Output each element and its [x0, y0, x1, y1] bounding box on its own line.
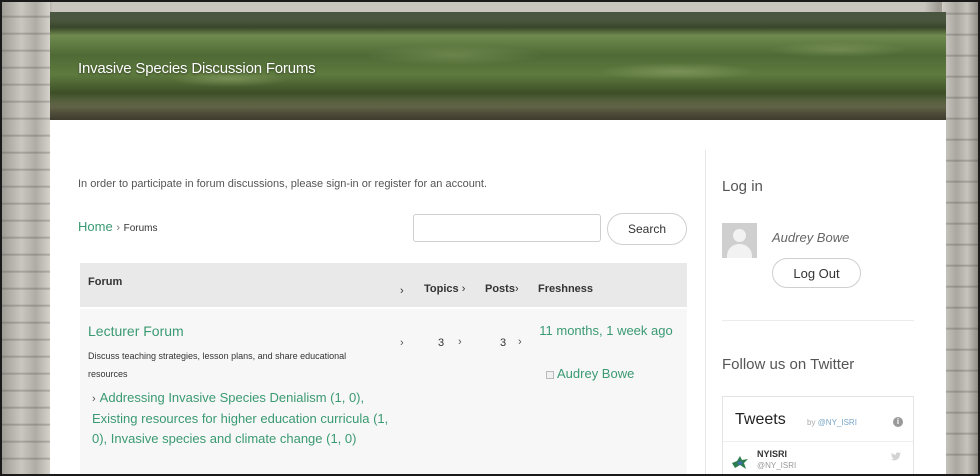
tweet-account-name[interactable]: NYISRI	[757, 449, 787, 459]
user-name-link[interactable]: Audrey Bowe	[772, 230, 849, 245]
tweet-divider	[723, 441, 913, 442]
twitter-bird-icon[interactable]	[891, 452, 901, 461]
twitter-timeline-widget: Tweets by @NY_ISRI i NYISRI @NY_ISRI	[722, 396, 914, 474]
login-heading: Log in	[722, 178, 763, 195]
tweets-handle-link[interactable]: @NY_ISRI	[818, 418, 857, 427]
tweets-title[interactable]: Tweets	[735, 411, 786, 429]
logout-button[interactable]: Log Out	[772, 258, 861, 288]
page-frame: Invasive Species Discussion Forums In or…	[0, 0, 980, 476]
follow-heading: Follow us on Twitter	[722, 356, 855, 373]
sidebar: Log in Audrey Bowe Log Out Follow us on …	[50, 120, 946, 474]
background-bark-right	[942, 2, 978, 474]
nyisri-logo-icon[interactable]	[731, 453, 749, 471]
background-bark-left	[2, 2, 50, 474]
info-icon[interactable]: i	[893, 417, 903, 427]
tweets-by-line: by @NY_ISRI	[807, 418, 857, 427]
tweet-account-handle[interactable]: @NY_ISRI	[757, 461, 796, 470]
sidebar-separator	[722, 320, 914, 321]
site-title[interactable]: Invasive Species Discussion Forums	[78, 60, 316, 77]
header-banner: Invasive Species Discussion Forums	[50, 12, 946, 120]
user-avatar	[722, 223, 757, 258]
